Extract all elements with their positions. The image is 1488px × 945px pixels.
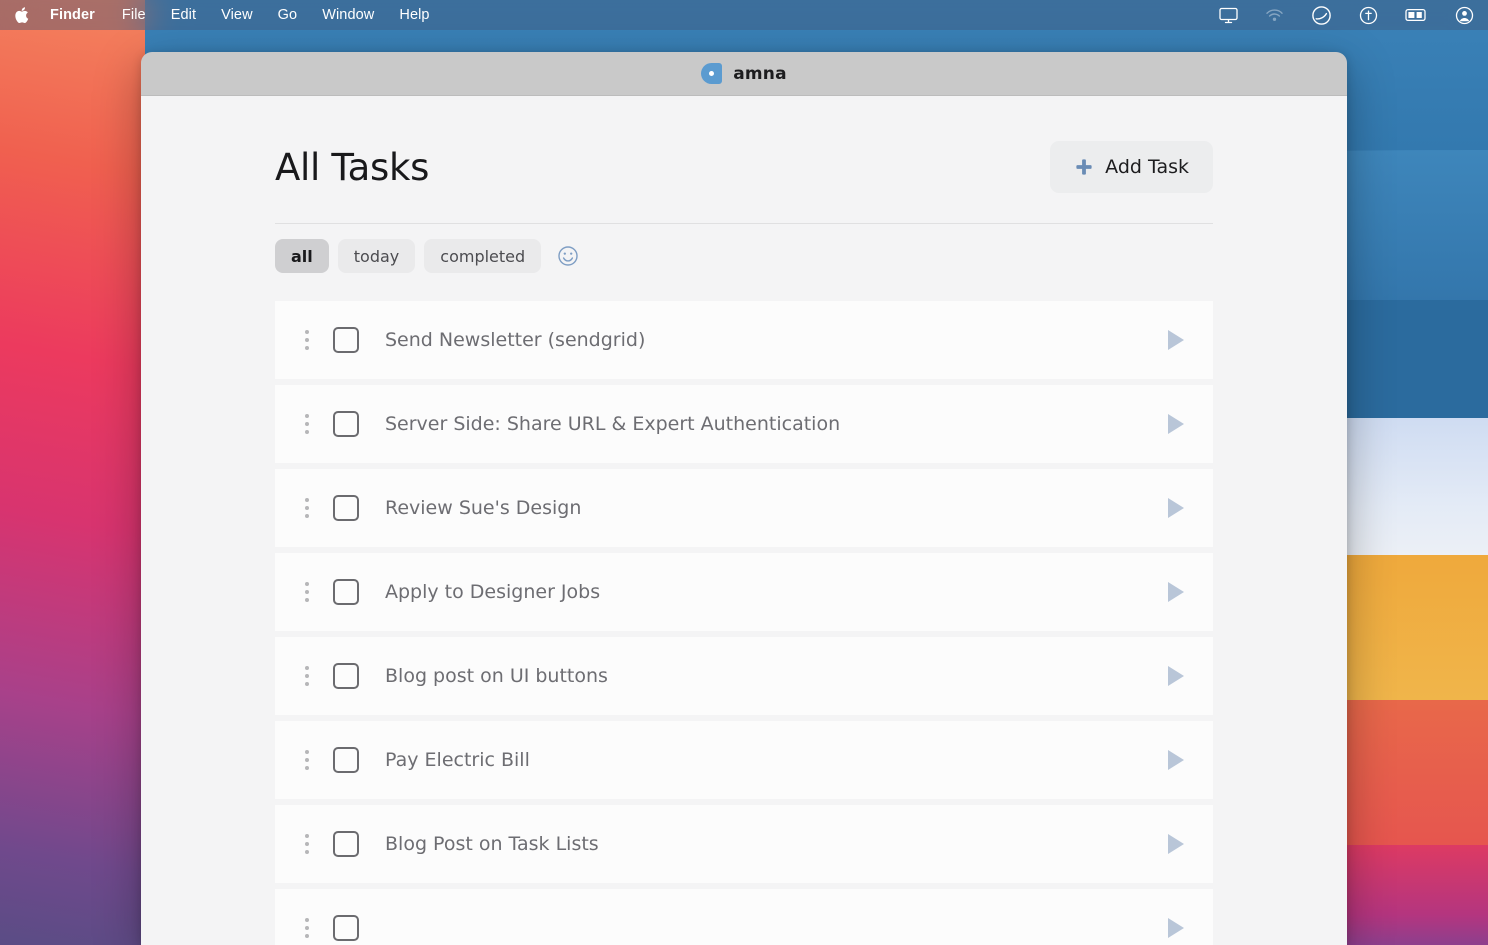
- control-center-icon[interactable]: [1359, 6, 1378, 25]
- drag-handle-icon[interactable]: [299, 582, 315, 602]
- screen-mirroring-icon[interactable]: [1219, 7, 1238, 24]
- table-row[interactable]: Apply to Designer Jobs: [275, 553, 1213, 631]
- task-checkbox[interactable]: [333, 579, 359, 605]
- drag-handle-icon[interactable]: [299, 834, 315, 854]
- filter-pill-today[interactable]: today: [337, 239, 416, 273]
- filter-pill-all[interactable]: all: [275, 239, 329, 273]
- drag-handle-icon[interactable]: [299, 498, 315, 518]
- play-icon[interactable]: [1155, 658, 1197, 694]
- table-row[interactable]: Send Newsletter (sendgrid): [275, 301, 1213, 379]
- menu-item-file[interactable]: File: [122, 7, 146, 23]
- table-row[interactable]: Server Side: Share URL & Expert Authenti…: [275, 385, 1213, 463]
- table-row[interactable]: Review Sue's Design: [275, 469, 1213, 547]
- task-checkbox[interactable]: [333, 495, 359, 521]
- filter-pill-completed[interactable]: completed: [424, 239, 542, 273]
- menu-item-go[interactable]: Go: [278, 7, 298, 23]
- task-label: Pay Electric Bill: [385, 749, 530, 771]
- smiley-face-icon[interactable]: [557, 245, 579, 267]
- menu-item-finder[interactable]: Finder: [50, 7, 95, 23]
- drag-handle-icon[interactable]: [299, 414, 315, 434]
- task-checkbox[interactable]: [333, 663, 359, 689]
- filter-bar: all today completed: [275, 239, 1213, 273]
- table-row[interactable]: Pay Electric Bill: [275, 721, 1213, 799]
- task-label: Blog Post on Task Lists: [385, 833, 599, 855]
- plus-icon: [1074, 157, 1094, 177]
- do-not-disturb-icon[interactable]: [1311, 5, 1332, 26]
- play-icon[interactable]: [1155, 574, 1197, 610]
- battery-icon[interactable]: [1405, 8, 1428, 22]
- drag-handle-icon[interactable]: [299, 918, 315, 938]
- add-task-button[interactable]: Add Task: [1050, 141, 1213, 193]
- drag-handle-icon[interactable]: [299, 666, 315, 686]
- menu-item-view[interactable]: View: [221, 7, 253, 23]
- menu-item-edit[interactable]: Edit: [171, 7, 196, 23]
- page-title: All Tasks: [275, 145, 430, 189]
- app-logo-icon: [701, 63, 723, 84]
- wifi-icon[interactable]: [1265, 8, 1284, 23]
- table-row[interactable]: Blog Post on Task Lists: [275, 805, 1213, 883]
- play-icon[interactable]: [1155, 910, 1197, 945]
- task-list: Send Newsletter (sendgrid) Server Side: …: [275, 301, 1213, 945]
- menu-item-window[interactable]: Window: [322, 7, 374, 23]
- drag-handle-icon[interactable]: [299, 330, 315, 350]
- add-task-button-label: Add Task: [1105, 156, 1189, 178]
- play-icon[interactable]: [1155, 826, 1197, 862]
- table-row[interactable]: [275, 889, 1213, 945]
- task-label: Send Newsletter (sendgrid): [385, 329, 646, 351]
- window-title-bar[interactable]: amna: [141, 52, 1347, 96]
- play-icon[interactable]: [1155, 406, 1197, 442]
- task-label: Apply to Designer Jobs: [385, 581, 601, 603]
- menu-item-help[interactable]: Help: [399, 7, 429, 23]
- play-icon[interactable]: [1155, 490, 1197, 526]
- play-icon[interactable]: [1155, 742, 1197, 778]
- wallpaper-left-gradient: [0, 0, 145, 945]
- task-checkbox[interactable]: [333, 327, 359, 353]
- task-label: Blog post on UI buttons: [385, 665, 608, 687]
- play-icon[interactable]: [1155, 322, 1197, 358]
- app-window: amna All Tasks Add Task all today comple…: [141, 52, 1347, 945]
- task-checkbox[interactable]: [333, 411, 359, 437]
- task-label: Server Side: Share URL & Expert Authenti…: [385, 413, 841, 435]
- header-divider: [275, 223, 1213, 224]
- page-header: All Tasks Add Task: [275, 96, 1213, 193]
- drag-handle-icon[interactable]: [299, 750, 315, 770]
- apple-logo-icon[interactable]: [12, 6, 30, 24]
- window-title-group: amna: [701, 63, 787, 84]
- table-row[interactable]: Blog post on UI buttons: [275, 637, 1213, 715]
- task-checkbox[interactable]: [333, 831, 359, 857]
- task-checkbox[interactable]: [333, 747, 359, 773]
- task-checkbox[interactable]: [333, 915, 359, 941]
- macos-menu-bar: Finder File Edit View Go Window Help: [0, 0, 1488, 30]
- task-label: Review Sue's Design: [385, 497, 582, 519]
- user-account-icon[interactable]: [1455, 6, 1474, 25]
- window-title: amna: [733, 63, 787, 84]
- app-content: All Tasks Add Task all today completed S…: [141, 96, 1347, 945]
